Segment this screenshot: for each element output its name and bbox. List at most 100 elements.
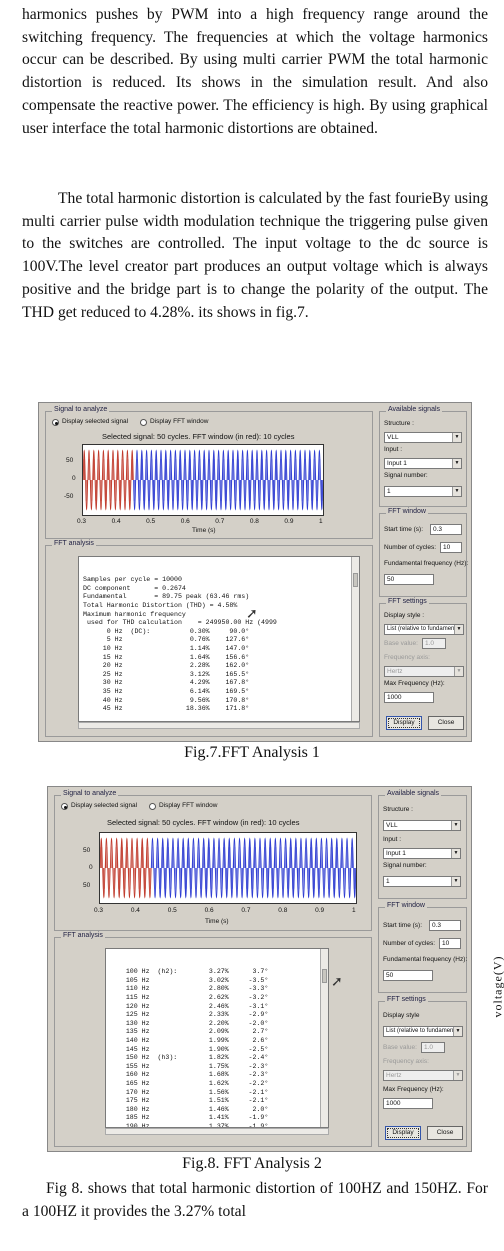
xtick-label: 0.4 [111,518,121,525]
chevron-down-icon: ▼ [452,459,461,468]
xtick-label: 0.8 [249,518,259,525]
display-signal-label: Display selected signal [71,802,138,809]
ytick-mid: 0 [72,475,76,482]
fft-line: 145 Hz 1.90% -2.5° [110,1045,269,1053]
display-style-select[interactable]: List (relative to fundamental) ▼ [384,624,464,635]
fundamental-input[interactable]: 50 [383,970,433,981]
fundamental-label: Fundamental frequency (Hz): [383,956,468,963]
chevron-down-icon: ▼ [451,849,460,858]
input-label: Input : [384,446,403,453]
fft-line: 20 Hz 2.28% 162.0° [83,662,250,670]
fft-results-vscroll[interactable] [351,557,359,721]
fft-line: Maximum harmonic frequency [83,610,186,618]
max-frequency-label: Max Frequency (Hz): [384,680,445,687]
base-value-input[interactable]: 1.0 [421,1042,445,1053]
fundamental-input[interactable]: 50 [384,574,434,585]
structure-select[interactable]: VLL ▼ [383,820,461,831]
xtick-label: 0.7 [241,907,251,914]
fft-line: 30 Hz 4.29% 167.8° [83,679,250,687]
cycles-input[interactable]: 10 [439,938,461,949]
fft-line: 45 Hz 18.36% 171.8° [83,705,250,713]
figure-7-caption: Fig.7.FFT Analysis 1 [184,744,320,761]
input-select[interactable]: Input 1 ▼ [383,848,461,859]
mouse-cursor-icon: ➚ [246,605,258,621]
signal-number-select[interactable]: 1 ▼ [384,486,462,497]
body-paragraph-2: The total harmonic distortion is calcula… [22,190,488,321]
xtick-label: 0.6 [204,907,214,914]
chevron-down-icon: ▼ [454,667,463,676]
structure-value: VLL [387,434,399,441]
mouse-cursor-icon: ➚ [331,973,343,989]
fft-line: 10 Hz 1.14% 147.0° [83,644,250,652]
start-time-input[interactable]: 0.3 [429,920,461,931]
signal-number-value: 1 [387,488,391,495]
structure-select[interactable]: VLL ▼ [384,432,462,443]
ytick-bottom: 50 [83,882,91,889]
chevron-down-icon: ▼ [453,1071,462,1080]
close-button[interactable]: Close [428,716,464,730]
signal-plot [99,832,357,904]
display-style-label: Display style : [384,612,425,619]
display-fft-radio[interactable] [149,803,156,810]
frequency-axis-select[interactable]: Hertz ▼ [384,666,464,677]
start-time-input[interactable]: 0.3 [430,524,462,535]
max-frequency-input[interactable]: 1000 [384,692,434,703]
fft-analysis-group: FFT analysis Samples per cycle = 10000 DC… [45,540,373,737]
plot-title: Selected signal: 50 cycles. FFT window (… [107,818,300,827]
fft-line: 120 Hz 2.46% -3.1° [110,1002,269,1010]
signal-to-analyze-group: Signal to analyze Display selected signa… [54,790,372,931]
plot-title: Selected signal: 50 cycles. FFT window (… [102,432,295,441]
fft-results-text[interactable]: Samples per cycle = 10000 DC component = … [78,556,360,722]
signal-number-select[interactable]: 1 ▼ [383,876,461,887]
xtick-label: 0.7 [215,518,225,525]
structure-label: Structure : [384,420,414,427]
display-fft-label: Display FFT window [150,418,209,425]
chevron-down-icon: ▼ [451,877,460,886]
frequency-axis-select[interactable]: Hertz ▼ [383,1070,463,1081]
signal-number-value: 1 [386,878,390,885]
fft-line: used for THD calculation = 249950.00 Hz … [83,619,277,627]
body-paragraph-1: harmonics pushes by PWM into a high freq… [22,6,488,137]
display-style-label: Display style [383,1012,420,1019]
display-button[interactable]: Display [386,716,422,730]
ytick-bottom: -50 [64,493,74,500]
xtick-label: 0.9 [315,907,325,914]
max-frequency-input[interactable]: 1000 [383,1098,433,1109]
input-value: Input 1 [387,460,407,467]
xtick-label: 0.3 [77,518,87,525]
fft-results-text[interactable]: 100 Hz (h2): 3.27% 3.7° 105 Hz 3.02% -3.… [105,948,329,1128]
fft-analysis-title: FFT analysis [61,932,105,939]
display-signal-radio[interactable] [52,419,59,426]
available-signals-group: Available signals Structure : VLL ▼ Input… [378,790,467,899]
fft-results-hscroll[interactable] [105,1128,329,1135]
display-fft-radio[interactable] [140,419,147,426]
available-signals-title: Available signals [386,406,443,413]
available-signals-title: Available signals [385,790,442,797]
display-signal-radio[interactable] [61,803,68,810]
cycles-label: Number of cycles: [383,940,436,947]
signal-number-label: Signal number: [384,472,428,479]
input-select[interactable]: Input 1 ▼ [384,458,462,469]
close-button[interactable]: Close [427,1126,463,1140]
fft-line: 110 Hz 2.80% -3.3° [110,985,269,993]
fft-window-title: FFT window [386,508,428,515]
fft-results-hscroll[interactable] [78,722,360,729]
xtick-label: 0.5 [146,518,156,525]
signal-to-analyze-title: Signal to analyze [61,790,119,797]
fft-settings-title: FFT settings [386,598,429,605]
fft-results-vscroll[interactable] [320,949,328,1127]
fft-line: 115 Hz 2.62% -3.2° [110,993,269,1001]
fft-window-title: FFT window [385,902,427,909]
display-style-select[interactable]: List (relative to fundamental) ▼ [383,1026,463,1037]
display-button[interactable]: Display [385,1126,421,1140]
frequency-axis-label: Frequency axis: [384,654,430,661]
ytick-top: 50 [83,847,91,854]
start-time-label: Start time (s): [384,526,424,533]
fft-line: Fundamental = 89.75 peak (63.46 rms) [83,593,250,601]
fft-line: 125 Hz 2.33% -2.9° [110,1011,269,1019]
xtick-label: 0.9 [284,518,294,525]
cycles-input[interactable]: 10 [440,542,462,553]
fft-line: 160 Hz 1.68% -2.3° [110,1071,269,1079]
base-value-input[interactable]: 1.0 [422,638,446,649]
fft-analysis-title: FFT analysis [52,540,96,547]
